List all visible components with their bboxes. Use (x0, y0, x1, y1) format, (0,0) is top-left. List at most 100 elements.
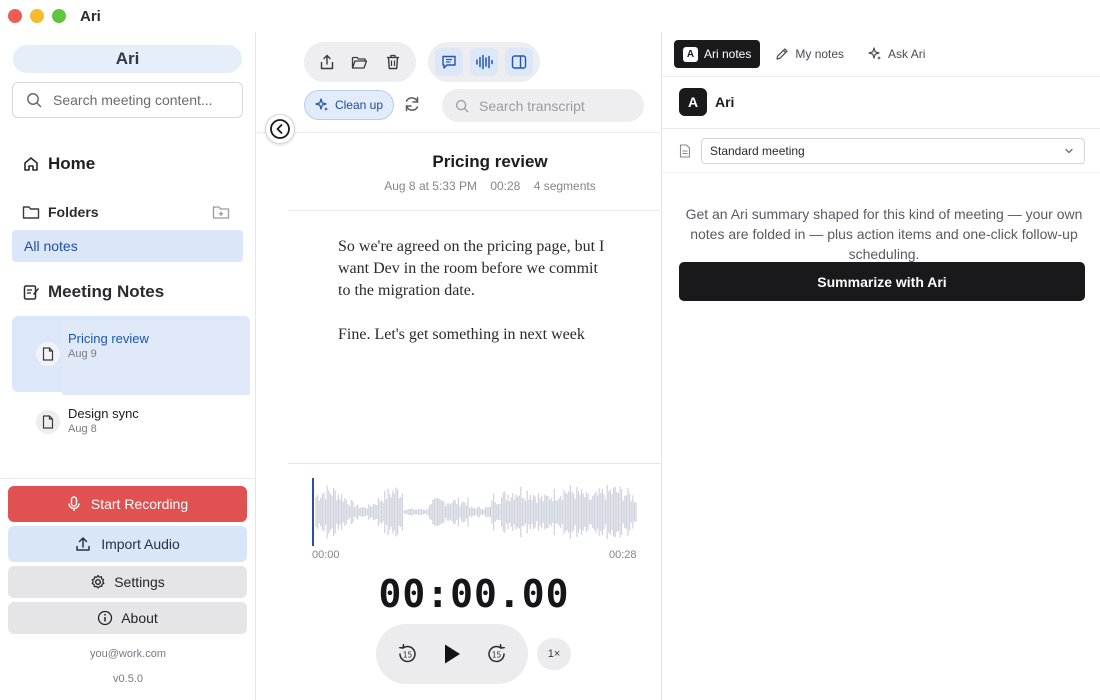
ari-avatar: A (679, 88, 707, 116)
sidebar-panel-icon (511, 54, 527, 70)
refresh-icon (403, 95, 421, 115)
assistant-name: Ari (715, 94, 735, 110)
share-button[interactable] (313, 48, 341, 76)
app-title: Ari (80, 7, 101, 25)
import-audio-button[interactable]: Import Audio (8, 526, 247, 562)
note-date: Aug 9 (68, 348, 97, 360)
audio-waveform[interactable] (312, 478, 637, 546)
tab-ask-ari[interactable]: Ask Ari (859, 40, 934, 68)
user-email: you@work.com (90, 648, 166, 660)
meeting-template-select[interactable]: Standard meeting (701, 138, 1085, 164)
tabs-divider (662, 76, 1100, 77)
folder-icon (22, 204, 40, 220)
sidebar-divider (0, 478, 255, 479)
microphone-icon (67, 496, 81, 512)
summarize-button[interactable]: Summarize with Ari (679, 262, 1085, 301)
share-icon (319, 54, 335, 70)
app-version: v0.5.0 (113, 673, 143, 685)
nav-folders[interactable]: Folders (22, 204, 230, 220)
meeting-meta: Aug 8 at 5:33 PM 00:28 4 segments (288, 179, 692, 193)
view-toolbar (428, 42, 540, 82)
document-icon (36, 410, 60, 434)
settings-label: Settings (114, 574, 165, 590)
play-icon (441, 642, 463, 666)
clean-up-button[interactable]: Clean up (304, 90, 394, 120)
start-recording-button[interactable]: Start Recording (8, 486, 247, 522)
workspace-name[interactable]: Ari (13, 45, 242, 73)
skip-forward-seconds: 15 (492, 651, 502, 660)
tab-label: My notes (795, 47, 845, 61)
sparkle-icon (315, 98, 329, 112)
side-panel-button[interactable] (504, 48, 533, 76)
play-button[interactable] (441, 642, 463, 666)
nav-home[interactable]: Home (22, 154, 95, 174)
search-transcript-input[interactable]: Search transcript (442, 89, 644, 122)
nav-all-notes[interactable]: All notes (12, 230, 243, 262)
assistant-divider (662, 128, 1100, 129)
delete-button[interactable] (379, 48, 407, 76)
player-divider (288, 463, 660, 464)
nav-home-label: Home (48, 154, 96, 173)
meeting-notes-heading: Meeting Notes (22, 282, 164, 302)
search-transcript-placeholder: Search transcript (479, 97, 585, 114)
about-label: About (121, 610, 158, 626)
note-date: Aug 8 (68, 423, 97, 435)
playback-timer: 00:00.00 (378, 572, 570, 616)
search-icon (455, 99, 469, 113)
note-title: Pricing review (68, 331, 149, 346)
header-divider (288, 210, 660, 211)
open-folder-button[interactable] (346, 48, 374, 76)
meeting-title[interactable]: Pricing review (288, 152, 692, 172)
gear-icon (90, 574, 106, 590)
collapse-sidebar-button[interactable] (265, 114, 295, 144)
list-item[interactable]: Design sync Aug 8 (12, 394, 250, 470)
skip-back-button[interactable]: 15 (395, 642, 419, 666)
pencil-icon (775, 47, 789, 61)
transcript-body[interactable]: So we're agreed on the pricing page, but… (338, 236, 608, 368)
skip-forward-15-icon: 15 (488, 644, 505, 663)
tab-ari-notes[interactable]: A Ari notes (674, 40, 761, 68)
waveform-view-button[interactable] (469, 48, 498, 76)
template-divider (662, 172, 1100, 173)
notes-pane: A Ari notes My notes Ask Ari A Ari Stand… (661, 32, 1100, 700)
info-icon (97, 610, 113, 626)
about-button[interactable]: About (8, 602, 247, 634)
folder-add-icon[interactable] (212, 204, 230, 220)
summary-description: Get an Ari summary shaped for this kind … (685, 206, 1083, 262)
playback-controls: 15 15 (376, 624, 528, 684)
settings-button[interactable]: Settings (8, 566, 247, 598)
maximize-window-button[interactable] (52, 9, 66, 23)
trash-icon (386, 54, 400, 70)
minimize-window-button[interactable] (30, 9, 44, 23)
ari-logo-icon: A (683, 46, 698, 62)
time-end: 00:28 (609, 549, 637, 561)
import-audio-label: Import Audio (101, 536, 180, 552)
window-controls (8, 9, 66, 23)
note-title: Design sync (68, 406, 139, 421)
skip-back-15-icon: 15 (399, 644, 416, 663)
document-icon (36, 342, 60, 366)
start-recording-label: Start Recording (90, 496, 189, 512)
tab-my-notes[interactable]: My notes (766, 40, 853, 68)
toolbar-divider (257, 132, 660, 133)
clean-up-label: Clean up (334, 98, 384, 112)
search-placeholder: Search meeting content... (53, 92, 213, 108)
tab-label: Ask Ari (888, 47, 926, 61)
list-item[interactable]: Pricing review Aug 9 (12, 316, 250, 395)
nav-folders-label: Folders (48, 204, 99, 220)
transcript-segment[interactable]: Fine. Let's get something in next week (338, 324, 608, 346)
sparkle-icon (868, 47, 882, 61)
transcript-segment[interactable]: So we're agreed on the pricing page, but… (338, 236, 608, 302)
meeting-template-value: Standard meeting (710, 144, 805, 158)
title-bar: Ari (0, 0, 1100, 32)
refresh-button[interactable] (403, 95, 423, 115)
search-meeting-input[interactable]: Search meeting content... (12, 82, 243, 118)
skip-forward-button[interactable]: 15 (485, 642, 509, 666)
meeting-duration: 00:28 (490, 179, 521, 193)
upload-icon (75, 536, 91, 552)
meeting-date: Aug 8 at 5:33 PM (384, 179, 477, 193)
close-window-button[interactable] (8, 9, 22, 23)
transcript-view-button[interactable] (435, 48, 464, 76)
home-icon (22, 155, 40, 173)
playback-speed-button[interactable]: 1× (537, 638, 571, 670)
